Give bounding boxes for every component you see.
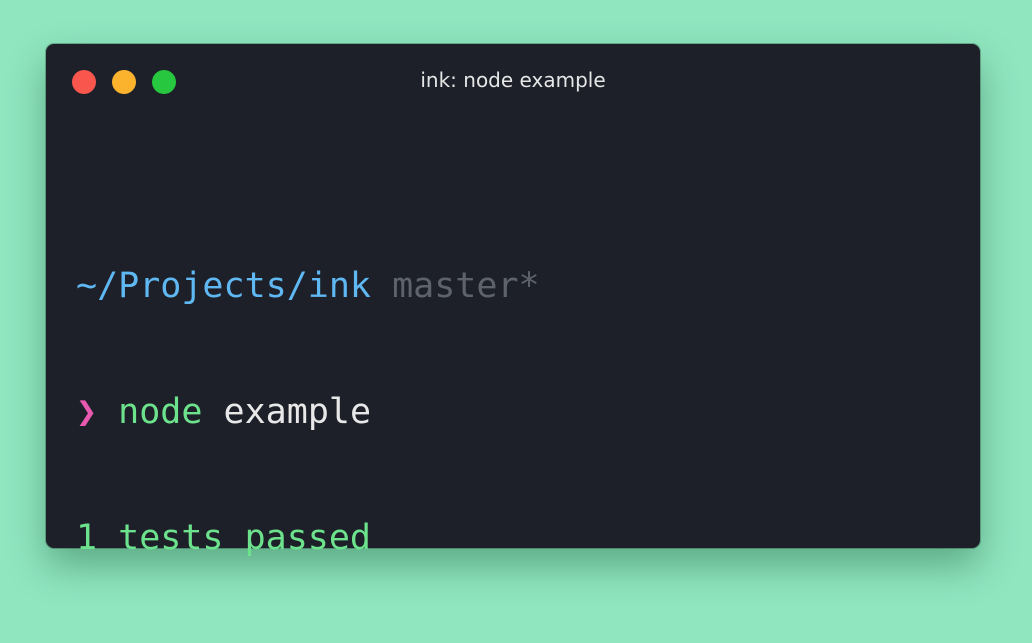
prompt-line: ~/Projects/ink master* [76, 265, 540, 307]
git-branch: master* [392, 266, 540, 306]
window-title: ink: node example [420, 68, 606, 92]
output-line: 1 tests passed [76, 518, 372, 558]
command-argument: example [223, 392, 372, 432]
prompt-chevron-icon: ❯ [76, 392, 98, 432]
command-line: ❯ node example [76, 391, 540, 433]
terminal-window: ink: node example ~/Projects/ink master*… [46, 44, 980, 558]
command-name: node [118, 392, 203, 432]
terminal-output[interactable]: ~/Projects/ink master* ❯ node example 1 … [76, 181, 540, 643]
titlebar: ink: node example [46, 44, 980, 116]
current-path: ~/Projects/ink [76, 266, 372, 306]
